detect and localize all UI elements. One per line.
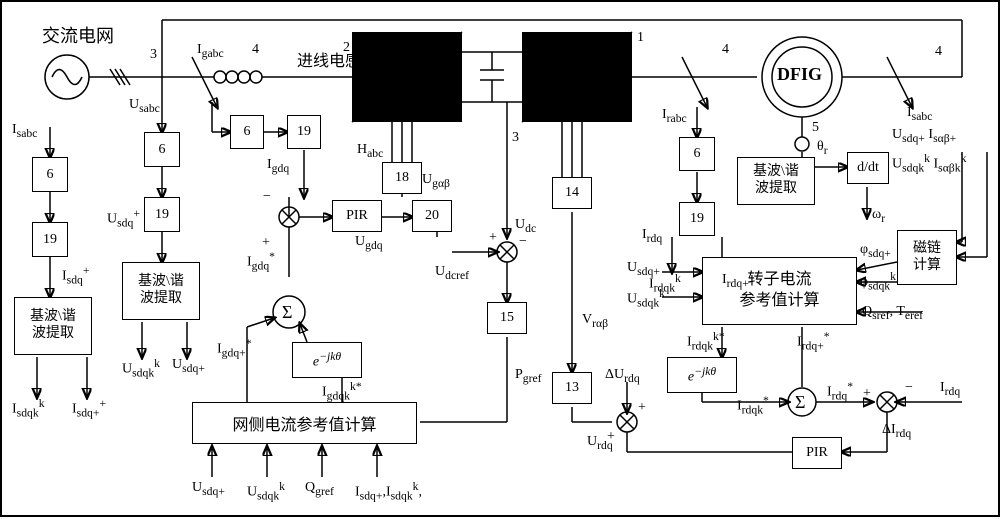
sig-udcref: Udcref: [435, 264, 469, 282]
sig-omegar: ωr: [872, 207, 885, 225]
sig-usdq: Usdq+: [107, 207, 140, 229]
box-harm-usabc: 基波\谐 波提取: [122, 262, 200, 320]
ptr-4a: 4: [252, 42, 259, 58]
in-isdq: Isdq+,Isdqkk,: [355, 480, 422, 502]
box-flux: 磁链 计算: [897, 230, 957, 285]
sig-isdq: Isdq+: [62, 264, 89, 286]
box-pir-grid: PIR: [332, 200, 382, 232]
sig-durdq: ΔUrdq: [605, 367, 640, 385]
sig-dirdq: ΔIrdq: [882, 422, 911, 440]
plus-5: +: [607, 429, 615, 445]
sig-ugdq: Ugdq: [355, 234, 383, 252]
sig-isdqk: Isdqkk: [12, 397, 45, 419]
sigma-grid: Σ: [282, 302, 292, 323]
sig-isabc2: Isabc: [907, 105, 932, 123]
box-pir-rotor: PIR: [792, 437, 842, 469]
sig-igdq: Igdq: [267, 157, 289, 175]
sig-thetar: θr: [817, 139, 828, 157]
plus-2: +: [489, 230, 497, 246]
box-ejk-grid: e−jkθ: [292, 342, 362, 378]
box-20: 20: [412, 200, 452, 232]
label-dfig: DFIG: [777, 64, 822, 85]
minus-1: −: [263, 189, 271, 205]
sig-usdqk: Usdqkk: [122, 357, 160, 379]
sig-irdqps: Irdq+*: [797, 330, 830, 352]
sig-qsref: Qsref, Teref: [862, 304, 923, 322]
box-rotor-ref: 转子电流 参考值计算: [702, 257, 857, 325]
label-grid: 交流电网: [42, 22, 114, 48]
sig-isdqp: Isdq++: [72, 397, 106, 419]
label-inductor: 进线电感: [297, 47, 361, 71]
in-qgref: Qgref: [305, 480, 334, 498]
box-19-usabc: 19: [144, 197, 180, 232]
sig-igdqk: Igdqkk*: [322, 380, 362, 402]
sig-usdqp2: Usdq+: [627, 260, 660, 278]
box-ddt: d/dt: [847, 152, 889, 184]
box-19-isabc: 19: [32, 222, 68, 257]
sig-irabc: Irabc: [662, 107, 687, 125]
box-19-rotor: 19: [679, 202, 715, 236]
sig-irdqks2: Irdqk*: [737, 394, 769, 416]
box-18: 18: [382, 162, 422, 194]
box-6-usabc: 6: [144, 132, 180, 167]
diagram-canvas: 交流电网 进线电感 DFIG 3 4 2 1 3 4 5 4 6 19 基波\谐…: [0, 0, 1000, 517]
box-harm-rotor: 基波\谐 波提取: [737, 157, 815, 205]
sig-igabc: Igabc: [197, 42, 224, 60]
sig-igdqp: Igdq+*: [217, 337, 252, 359]
sigma-rotor: Σ: [795, 392, 805, 413]
ptr-3b: 3: [512, 130, 519, 146]
box-6-ig: 6: [230, 115, 264, 149]
plus-3: +: [863, 386, 871, 402]
sig-ugab: Ugαβ: [422, 172, 450, 190]
ptr-5: 5: [812, 120, 819, 136]
minus-2: −: [519, 234, 527, 250]
sig-isabc: Isabc: [12, 122, 37, 140]
sig-usabc: Usabc: [129, 97, 160, 115]
sig-usdqkr: Usdqkk Isαβkk: [892, 152, 966, 174]
ptr-4b: 4: [722, 42, 729, 58]
in-usdqk: Usdqkk: [247, 480, 285, 502]
sig-phisdqp: φsdq+: [860, 242, 891, 260]
sig-irdqks: Irdqkk*: [687, 330, 725, 352]
box-grid-ref: 网侧电流参考值计算: [192, 402, 417, 444]
sig-vrab: Vrαβ: [582, 312, 608, 330]
box-13: 13: [552, 372, 592, 404]
box-6-rotor: 6: [679, 137, 715, 171]
sig-phisdqk: φsdqkk: [860, 270, 896, 292]
minus-3: −: [905, 380, 913, 396]
box-14: 14: [552, 177, 592, 209]
sig-usdqr: Usdq+ Isαβ+: [892, 127, 956, 145]
plus-1: +: [262, 235, 270, 251]
sig-irdq2: Irdq: [940, 380, 960, 398]
sig-irdqs: Irdq*: [827, 380, 853, 402]
box-harm-isabc: 基波\谐 波提取: [14, 297, 92, 355]
box-ejk-rotor: e−jkθ: [667, 357, 737, 393]
sig-pgref: Pgref: [515, 367, 542, 385]
sig-udc: Udc: [515, 217, 536, 235]
sig-usdqk2: Usdqkk: [627, 287, 665, 309]
sig-usdqp: Usdq+: [172, 357, 205, 375]
sig-habc: Habc: [357, 142, 383, 160]
plus-4: +: [638, 400, 646, 416]
box-19-ig: 19: [287, 115, 321, 149]
box-15: 15: [487, 302, 527, 334]
sig-irdq: Irdq: [642, 227, 662, 245]
ptr-4c: 4: [935, 44, 942, 60]
ptr-3a: 3: [150, 47, 157, 63]
sig-irdqp: Irdq+: [722, 272, 749, 290]
ptr-2: 2: [343, 40, 350, 56]
sig-igdqstar: Igdq*: [247, 250, 275, 272]
in-usdqp: Usdq+: [192, 480, 225, 498]
ptr-1: 1: [637, 30, 644, 46]
box-6-isabc: 6: [32, 157, 68, 192]
